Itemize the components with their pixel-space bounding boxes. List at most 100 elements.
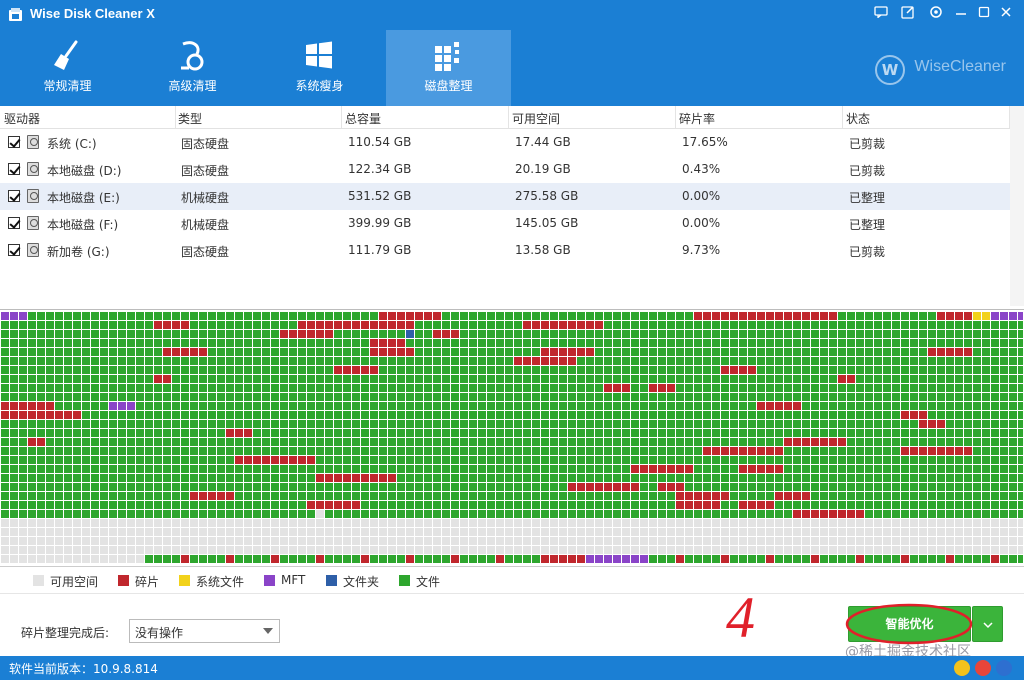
table-row[interactable]: 本地磁盘 (D:) 固态硬盘 122.34 GB 20.19 GB 0.43% … [0,156,1010,183]
smart-optimize-button[interactable]: 智能优化 [848,606,971,642]
cluster-cell [982,546,990,554]
cluster-cell [595,519,603,527]
cluster-cell [631,501,639,509]
row-checkbox[interactable] [8,136,20,148]
tab-system-slim[interactable]: 系统瘦身 [257,30,382,106]
header-free[interactable]: 可用空间 [512,110,560,127]
table-row[interactable]: 系统 (C:) 固态硬盘 110.54 GB 17.44 GB 17.65% 已… [0,129,1010,156]
minimize-icon[interactable] [951,5,971,25]
maximize-icon[interactable] [974,5,994,25]
after-defrag-select[interactable]: 没有操作 [129,619,280,643]
cluster-cell [487,447,495,455]
cluster-cell [217,438,225,446]
table-row[interactable]: 本地磁盘 (F:) 机械硬盘 399.99 GB 145.05 GB 0.00%… [0,210,1010,237]
table-scrollbar[interactable] [1010,106,1024,306]
header-status[interactable]: 状态 [846,110,870,127]
cluster-cell [613,537,621,545]
social-icon[interactable] [996,660,1012,676]
cluster-cell [694,555,702,563]
cluster-cell [343,366,351,374]
close-icon[interactable] [996,5,1016,25]
row-checkbox[interactable] [8,217,20,229]
cluster-cell [10,492,18,500]
cluster-cell [217,411,225,419]
cluster-cell [883,528,891,536]
crown-icon[interactable] [954,660,970,676]
header-type[interactable]: 类型 [178,110,202,127]
settings-icon[interactable] [926,5,946,25]
cluster-cell [199,501,207,509]
cluster-cell [667,348,675,356]
cluster-cell [982,429,990,437]
header-frag[interactable]: 碎片率 [679,110,715,127]
cluster-cell [136,528,144,536]
cluster-cell [1009,411,1017,419]
optimize-dropdown-button[interactable] [972,606,1003,642]
cluster-cell [685,357,693,365]
tab-disk-defrag[interactable]: 磁盘整理 [386,30,511,106]
cluster-cell [388,366,396,374]
cluster-cell [595,438,603,446]
cluster-cell [460,420,468,428]
cluster-cell [910,510,918,518]
cluster-cell [559,474,567,482]
cluster-cell [469,510,477,518]
cluster-cell [55,429,63,437]
cluster-cell [397,492,405,500]
header-total[interactable]: 总容量 [345,110,381,127]
cluster-cell [964,528,972,536]
cluster-cell [415,330,423,338]
row-checkbox[interactable] [8,244,20,256]
tab-advanced-clean[interactable]: 高级清理 [130,30,255,106]
cluster-cell [127,528,135,536]
cluster-cell [190,456,198,464]
cluster-cell [712,456,720,464]
cluster-cell [136,411,144,419]
table-row[interactable]: 本地磁盘 (E:) 机械硬盘 531.52 GB 275.58 GB 0.00%… [0,183,1010,210]
cluster-cell [505,429,513,437]
row-checkbox[interactable] [8,163,20,175]
cluster-cell [226,411,234,419]
cluster-cell [19,375,27,383]
cluster-cell [28,429,36,437]
cluster-cell [154,384,162,392]
cluster-cell [1018,474,1023,482]
cluster-cell [919,312,927,320]
cluster-cell [883,555,891,563]
cluster-cell [793,402,801,410]
cluster-cell [595,456,603,464]
cluster-cell [406,528,414,536]
cluster-cell [973,447,981,455]
cluster-cell [325,420,333,428]
cluster-cell [757,384,765,392]
cluster-cell [694,330,702,338]
cluster-cell [703,375,711,383]
cluster-cell [703,420,711,428]
cluster-cell [838,483,846,491]
cluster-cell [550,492,558,500]
cluster-cell [820,510,828,518]
edit-icon[interactable] [898,5,918,25]
cluster-cell [532,474,540,482]
cluster-cell [613,510,621,518]
cluster-cell [145,483,153,491]
cluster-cell [946,420,954,428]
cluster-cell [55,483,63,491]
header-drive[interactable]: 驱动器 [4,110,40,127]
cluster-cell [460,393,468,401]
cluster-cell [829,321,837,329]
cluster-cell [352,519,360,527]
weibo-icon[interactable] [975,660,991,676]
cluster-cell [10,456,18,464]
cluster-cell [55,384,63,392]
cluster-cell [748,447,756,455]
cluster-cell [307,537,315,545]
chat-icon[interactable] [871,5,891,25]
table-row[interactable]: 新加卷 (G:) 固态硬盘 111.79 GB 13.58 GB 9.73% 已… [0,237,1010,264]
cluster-cell [316,537,324,545]
cluster-cell [316,321,324,329]
cluster-cell [343,537,351,545]
row-checkbox[interactable] [8,190,20,202]
cluster-cell [73,348,81,356]
tab-common-clean[interactable]: 常规清理 [5,30,130,106]
